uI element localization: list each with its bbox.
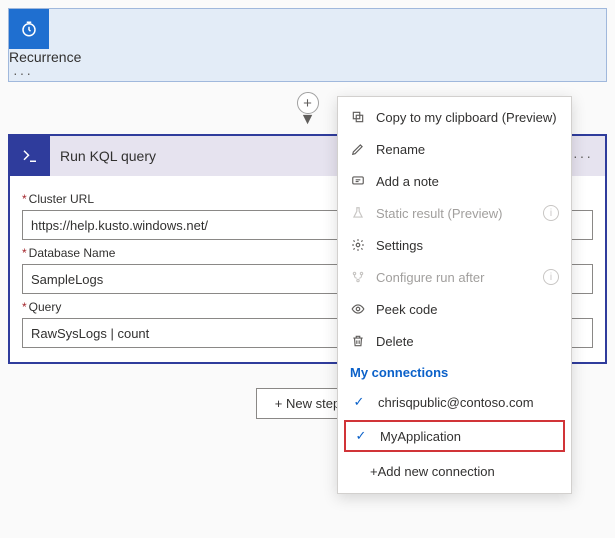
menu-static-result: Static result (Preview) i [338, 197, 571, 229]
connection-myapplication[interactable]: ✓ MyApplication [344, 420, 565, 452]
info-icon: i [543, 269, 559, 285]
menu-copy-clipboard[interactable]: Copy to my clipboard (Preview) [338, 101, 571, 133]
action-context-menu: Copy to my clipboard (Preview) Rename Ad… [337, 96, 572, 494]
gear-icon [350, 237, 366, 253]
kql-overflow-menu[interactable]: ··· [569, 148, 597, 164]
menu-peek-code[interactable]: Peek code [338, 293, 571, 325]
check-icon: ✓ [354, 428, 368, 444]
menu-settings[interactable]: Settings [338, 229, 571, 261]
arrow-down-icon: ▼ [300, 112, 316, 128]
clock-icon [9, 9, 49, 49]
menu-connections-header: My connections [338, 357, 571, 386]
add-new-connection[interactable]: +Add new connection [338, 454, 571, 489]
recurrence-overflow-menu[interactable]: ··· [9, 65, 37, 81]
menu-configure-run-after: Configure run after i [338, 261, 571, 293]
info-icon: i [543, 205, 559, 221]
flask-icon [350, 205, 366, 221]
pencil-icon [350, 141, 366, 157]
eye-icon [350, 301, 366, 317]
trash-icon [350, 333, 366, 349]
recurrence-title: Recurrence [9, 49, 606, 65]
connection-chrisqpublic[interactable]: ✓ chrisqpublic@contoso.com [338, 386, 571, 418]
terminal-icon [10, 136, 50, 176]
menu-add-note[interactable]: Add a note [338, 165, 571, 197]
copy-icon [350, 109, 366, 125]
recurrence-card[interactable]: Recurrence ··· [8, 8, 607, 82]
menu-rename[interactable]: Rename [338, 133, 571, 165]
branch-icon [350, 269, 366, 285]
note-icon [350, 173, 366, 189]
menu-delete[interactable]: Delete [338, 325, 571, 357]
check-icon: ✓ [352, 394, 366, 410]
